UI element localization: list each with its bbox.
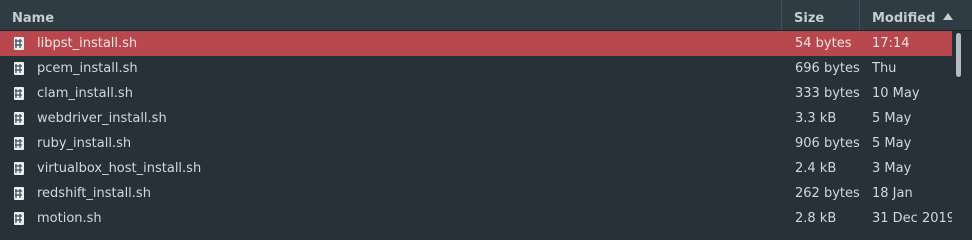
file-modified: Thu bbox=[872, 61, 897, 76]
file-row[interactable]: pcem_install.sh 696 bytes Thu bbox=[0, 56, 952, 81]
script-file-icon bbox=[14, 212, 24, 225]
file-modified: 18 Jan bbox=[872, 186, 913, 201]
script-file-icon bbox=[14, 162, 24, 175]
vertical-scrollbar[interactable] bbox=[952, 31, 972, 229]
file-size: 262 bytes bbox=[795, 186, 860, 201]
column-header-modified-label: Modified bbox=[872, 11, 936, 26]
file-size: 696 bytes bbox=[795, 61, 860, 76]
script-file-icon bbox=[14, 37, 24, 50]
file-modified: 5 May bbox=[872, 111, 912, 126]
file-size: 3.3 kB bbox=[795, 111, 837, 126]
file-modified: 3 May bbox=[872, 161, 912, 176]
script-file-icon bbox=[14, 87, 24, 100]
file-name: ruby_install.sh bbox=[37, 136, 132, 151]
file-size: 54 bytes bbox=[795, 36, 852, 51]
sort-ascending-icon bbox=[943, 13, 953, 20]
file-modified: 31 Dec 2019 bbox=[872, 211, 956, 226]
file-size: 2.8 kB bbox=[795, 211, 837, 226]
column-header-name-label: Name bbox=[12, 11, 55, 26]
scrollbar-thumb[interactable] bbox=[956, 33, 961, 77]
file-modified: 17:14 bbox=[872, 36, 910, 51]
file-name: webdriver_install.sh bbox=[37, 111, 167, 126]
column-header-modified[interactable]: Modified bbox=[859, 0, 972, 30]
file-row[interactable]: motion.sh 2.8 kB 31 Dec 2019 bbox=[0, 206, 956, 231]
script-file-icon bbox=[14, 187, 24, 200]
file-rows: libpst_install.sh 54 bytes 17:14 pcem_in… bbox=[0, 31, 956, 231]
file-row[interactable]: clam_install.sh 333 bytes 10 May bbox=[0, 81, 952, 106]
file-name: pcem_install.sh bbox=[37, 61, 138, 76]
file-name: clam_install.sh bbox=[37, 86, 133, 101]
file-name: motion.sh bbox=[37, 211, 102, 226]
file-row[interactable]: ruby_install.sh 906 bytes 5 May bbox=[0, 131, 952, 156]
file-name: libpst_install.sh bbox=[37, 36, 138, 51]
file-list-view: Name Size Modified libpst_install.sh 54 … bbox=[0, 0, 972, 229]
file-size: 2.4 kB bbox=[795, 161, 837, 176]
file-name: redshift_install.sh bbox=[37, 186, 151, 201]
script-file-icon bbox=[14, 62, 24, 75]
column-header-bar: Name Size Modified bbox=[0, 0, 972, 31]
script-file-icon bbox=[14, 112, 24, 125]
column-header-name[interactable]: Name bbox=[0, 0, 781, 30]
file-row[interactable]: libpst_install.sh 54 bytes 17:14 bbox=[0, 31, 952, 56]
file-size: 906 bytes bbox=[795, 136, 860, 151]
file-row[interactable]: webdriver_install.sh 3.3 kB 5 May bbox=[0, 106, 952, 131]
column-header-size[interactable]: Size bbox=[781, 0, 859, 30]
file-row[interactable]: virtualbox_host_install.sh 2.4 kB 3 May bbox=[0, 156, 952, 181]
file-modified: 10 May bbox=[872, 86, 920, 101]
script-file-icon bbox=[14, 137, 24, 150]
file-size: 333 bytes bbox=[795, 86, 860, 101]
file-modified: 5 May bbox=[872, 136, 912, 151]
column-header-size-label: Size bbox=[794, 11, 825, 26]
file-name: virtualbox_host_install.sh bbox=[37, 161, 202, 176]
file-row[interactable]: redshift_install.sh 262 bytes 18 Jan bbox=[0, 181, 952, 206]
